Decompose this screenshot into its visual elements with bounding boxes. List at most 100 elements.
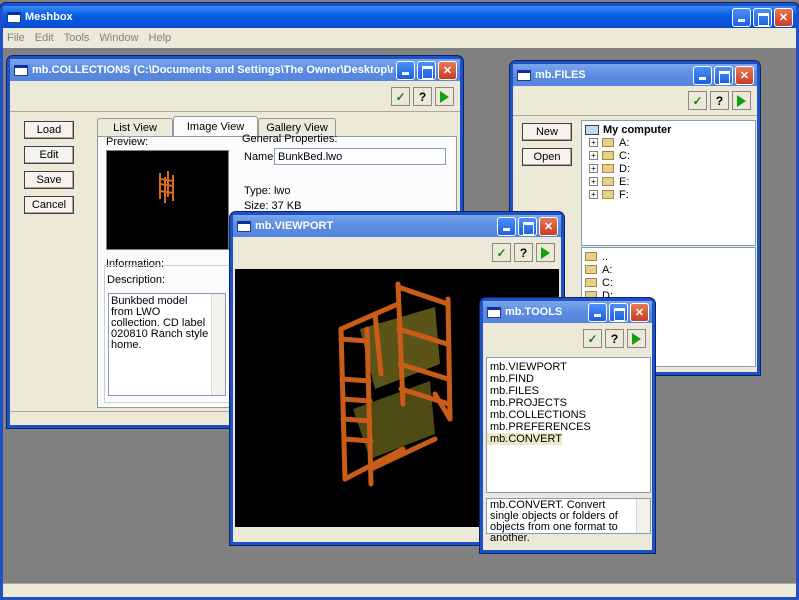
expand-icon[interactable]: + [589, 190, 598, 199]
files-toolbar: ✓ ? [688, 91, 751, 110]
minimize-icon[interactable] [588, 302, 607, 322]
tool-item-collections[interactable]: mb.COLLECTIONS [487, 409, 650, 421]
expand-icon[interactable]: + [589, 138, 598, 147]
folder-icon [602, 151, 614, 160]
close-icon[interactable]: ✕ [539, 216, 558, 236]
name-field[interactable]: BunkBed.lwo [274, 148, 446, 165]
tree-root[interactable]: My computer [585, 123, 752, 136]
main-menubar: File Edit Tools Window Help [3, 28, 796, 48]
tool-description-scrollbar[interactable] [636, 499, 650, 533]
close-icon[interactable]: ✕ [774, 7, 793, 27]
run-icon[interactable] [627, 329, 646, 348]
preview-label: Preview: [106, 136, 149, 148]
run-icon[interactable] [732, 91, 751, 110]
folder-icon [585, 252, 597, 261]
menu-file[interactable]: File [7, 32, 25, 44]
tree-drive-c[interactable]: + C: [585, 149, 752, 162]
drive-label: C: [619, 149, 630, 162]
tree-drive-d[interactable]: + D: [585, 162, 752, 175]
drive-label: F: [619, 188, 629, 201]
general-properties-label: General Properties: [242, 133, 338, 145]
folder-icon [602, 177, 614, 186]
tool-item-projects[interactable]: mb.PROJECTS [487, 397, 650, 409]
drive-tree[interactable]: My computer + A: + C: + D: + E: + F: [581, 120, 756, 246]
checkmark-icon[interactable]: ✓ [492, 243, 511, 262]
tool-item-viewport[interactable]: mb.VIEWPORT [487, 361, 650, 373]
menu-edit[interactable]: Edit [35, 32, 54, 44]
tool-item-files[interactable]: mb.FILES [487, 385, 650, 397]
help-icon[interactable]: ? [710, 91, 729, 110]
menu-window[interactable]: Window [99, 32, 138, 44]
tab-list-view[interactable]: List View [97, 118, 173, 136]
app-icon [237, 220, 251, 232]
close-icon[interactable]: ✕ [735, 65, 754, 85]
maximize-icon[interactable] [609, 302, 628, 322]
preview-image [106, 150, 229, 250]
collections-titlebar[interactable]: mb.COLLECTIONS (C:\Documents and Setting… [10, 59, 460, 81]
load-button[interactable]: Load [24, 121, 74, 139]
type-line: Type: lwo [244, 185, 291, 197]
tool-item-convert[interactable]: mb.CONVERT [487, 433, 562, 445]
new-button[interactable]: New [522, 123, 572, 141]
expand-icon[interactable]: + [589, 151, 598, 160]
app-icon [7, 11, 21, 23]
viewport-toolbar: ✓ ? [492, 243, 555, 262]
menu-tools[interactable]: Tools [64, 32, 90, 44]
open-button[interactable]: Open [522, 148, 572, 166]
main-titlebar[interactable]: Meshbox ✕ [3, 6, 796, 28]
name-label: Name: [244, 151, 277, 163]
viewport-titlebar[interactable]: mb.VIEWPORT ✕ [233, 215, 561, 237]
close-icon[interactable]: ✕ [630, 302, 649, 322]
minimize-icon[interactable] [732, 7, 751, 27]
menu-help[interactable]: Help [149, 32, 172, 44]
main-title: Meshbox [25, 11, 73, 23]
edit-button[interactable]: Edit [24, 146, 74, 164]
help-icon[interactable]: ? [514, 243, 533, 262]
description-scrollbar[interactable] [211, 294, 225, 395]
tools-title: mb.TOOLS [505, 306, 563, 318]
folder-label: .. [602, 250, 609, 263]
folder-icon [602, 164, 614, 173]
close-icon[interactable]: ✕ [438, 60, 457, 80]
save-button[interactable]: Save [24, 171, 74, 189]
tree-drive-f[interactable]: + F: [585, 188, 752, 201]
tree-drive-e[interactable]: + E: [585, 175, 752, 188]
list-item[interactable]: .. [585, 250, 752, 263]
app-icon [487, 306, 501, 318]
list-item[interactable]: A: [585, 263, 752, 276]
tree-root-label: My computer [603, 123, 672, 136]
checkmark-icon[interactable]: ✓ [688, 91, 707, 110]
drive-label: A: [619, 136, 630, 149]
tool-item-preferences[interactable]: mb.PREFERENCES [487, 421, 650, 433]
tool-item-find[interactable]: mb.FIND [487, 373, 650, 385]
collections-title: mb.COLLECTIONS (C:\Documents and Setting… [32, 64, 394, 76]
minimize-icon[interactable] [396, 60, 415, 80]
checkmark-icon[interactable]: ✓ [391, 87, 410, 106]
cancel-button[interactable]: Cancel [24, 196, 74, 214]
expand-icon[interactable]: + [589, 164, 598, 173]
expand-icon[interactable]: + [589, 177, 598, 186]
maximize-icon[interactable] [518, 216, 537, 236]
minimize-icon[interactable] [693, 65, 712, 85]
description-text: Bunkbed model from LWO collection. CD la… [111, 295, 209, 351]
checkmark-icon[interactable]: ✓ [583, 329, 602, 348]
maximize-icon[interactable] [417, 60, 436, 80]
description-textarea[interactable]: Bunkbed model from LWO collection. CD la… [108, 293, 226, 396]
main-statusbar [3, 583, 796, 597]
maximize-icon[interactable] [753, 7, 772, 27]
help-icon[interactable]: ? [605, 329, 624, 348]
minimize-icon[interactable] [497, 216, 516, 236]
drive-label: D: [619, 162, 630, 175]
tools-titlebar[interactable]: mb.TOOLS ✕ [483, 301, 652, 323]
files-title: mb.FILES [535, 69, 586, 81]
run-icon[interactable] [435, 87, 454, 106]
tools-list[interactable]: mb.VIEWPORT mb.FIND mb.FILES mb.PROJECTS… [486, 357, 651, 493]
tree-drive-a[interactable]: + A: [585, 136, 752, 149]
list-item[interactable]: C: [585, 276, 752, 289]
maximize-icon[interactable] [714, 65, 733, 85]
run-icon[interactable] [536, 243, 555, 262]
help-icon[interactable]: ? [413, 87, 432, 106]
description-label: Description: [107, 274, 166, 286]
files-titlebar[interactable]: mb.FILES ✕ [513, 64, 757, 86]
folder-icon [602, 190, 614, 199]
